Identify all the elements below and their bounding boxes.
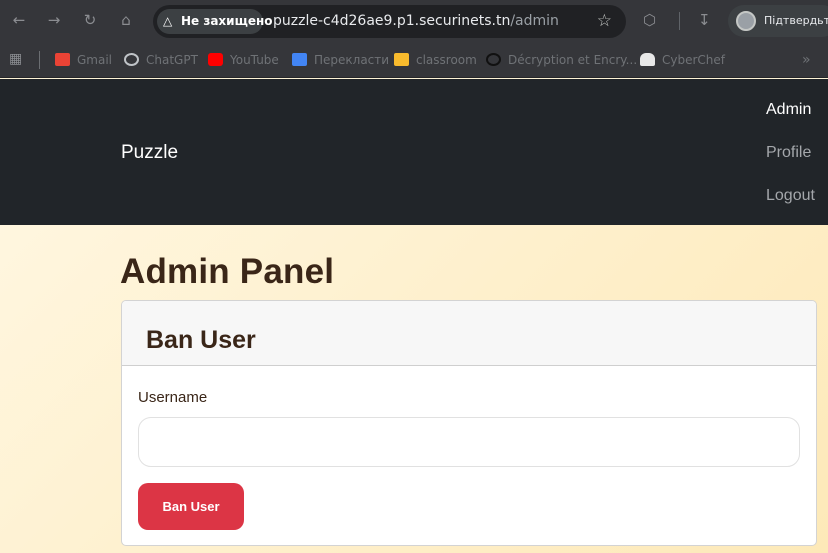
classroom-icon <box>394 53 409 66</box>
page-title: Admin Panel <box>120 252 335 291</box>
card-title: Ban User <box>146 326 256 354</box>
browser-toolbar: ← → ↻ ⌂ △ Не захищено puzzle-c4d26ae9.p1.… <box>0 0 828 42</box>
profile-avatar-icon <box>736 11 756 31</box>
bookmark-label: classroom <box>416 53 477 67</box>
bookmark-label: Décryption et Encry... <box>508 53 638 67</box>
profile-chip[interactable]: Підтвердьте <box>728 5 828 37</box>
card-header: Ban User <box>122 301 816 366</box>
username-input[interactable] <box>138 417 800 467</box>
nav-link-profile[interactable]: Profile <box>766 144 811 162</box>
bookmark-label: ChatGPT <box>146 53 198 67</box>
nav-link-admin[interactable]: Admin <box>766 101 811 119</box>
back-arrow-icon[interactable]: ← <box>9 10 29 30</box>
address-bar[interactable]: △ Не захищено puzzle-c4d26ae9.p1.securine… <box>153 5 626 38</box>
bookmark-star-icon[interactable]: ☆ <box>597 11 612 31</box>
nav-link-logout[interactable]: Logout <box>766 187 815 205</box>
forward-arrow-icon[interactable]: → <box>44 10 64 30</box>
site-navbar: Puzzle Admin Profile Logout <box>0 79 828 225</box>
bookmark-chatgpt[interactable]: ChatGPT <box>124 42 198 78</box>
bookmark-label: YouTube <box>230 53 279 67</box>
page-content: Admin Panel Ban User Username Ban User <box>0 225 828 553</box>
bookmark-label: Перекласти <box>314 53 390 67</box>
security-chip[interactable]: △ Не захищено <box>157 9 273 34</box>
profile-label: Підтвердьте <box>764 14 828 27</box>
url-text[interactable]: puzzle-c4d26ae9.p1.securinets.tn/admin <box>273 5 559 38</box>
bookmarks-divider <box>39 51 40 69</box>
bookmark-translate[interactable]: Перекласти <box>292 42 389 78</box>
translate-icon <box>292 53 307 66</box>
toolbar-divider <box>679 12 680 30</box>
bookmark-label: CyberChef <box>662 53 726 67</box>
apps-grid-icon[interactable]: ▦ <box>9 52 24 67</box>
bookmark-label: Gmail <box>77 53 113 67</box>
warning-triangle-icon: △ <box>163 14 173 28</box>
security-label: Не захищено <box>181 14 273 28</box>
bookmark-decryption[interactable]: Décryption et Encry... <box>486 42 637 78</box>
chef-hat-icon <box>640 53 655 66</box>
bookmark-gmail[interactable]: Gmail <box>55 42 112 78</box>
url-path: /admin <box>510 13 559 29</box>
bookmark-classroom[interactable]: classroom <box>394 42 477 78</box>
home-icon[interactable]: ⌂ <box>116 10 136 30</box>
reload-icon[interactable]: ↻ <box>80 10 100 30</box>
bookmark-youtube[interactable]: YouTube <box>208 42 279 78</box>
bookmarks-bar: ▦ Gmail ChatGPT YouTube Перекласти class… <box>0 42 828 78</box>
ban-user-card: Ban User Username Ban User <box>121 300 817 546</box>
chatgpt-icon <box>124 53 139 66</box>
download-icon[interactable]: ↧ <box>698 11 711 29</box>
url-host: puzzle-c4d26ae9.p1.securinets.tn <box>273 13 511 29</box>
brand-logo[interactable]: Puzzle <box>121 142 178 164</box>
extensions-puzzle-icon[interactable]: ⬡ <box>643 11 656 29</box>
lock-search-icon <box>486 53 501 66</box>
username-label: Username <box>138 389 208 406</box>
youtube-icon <box>208 53 223 66</box>
gmail-icon <box>55 53 70 66</box>
more-bookmarks-icon[interactable]: » <box>802 42 811 78</box>
ban-user-button[interactable]: Ban User <box>138 483 244 530</box>
bookmark-cyberchef[interactable]: CyberChef <box>640 42 725 78</box>
